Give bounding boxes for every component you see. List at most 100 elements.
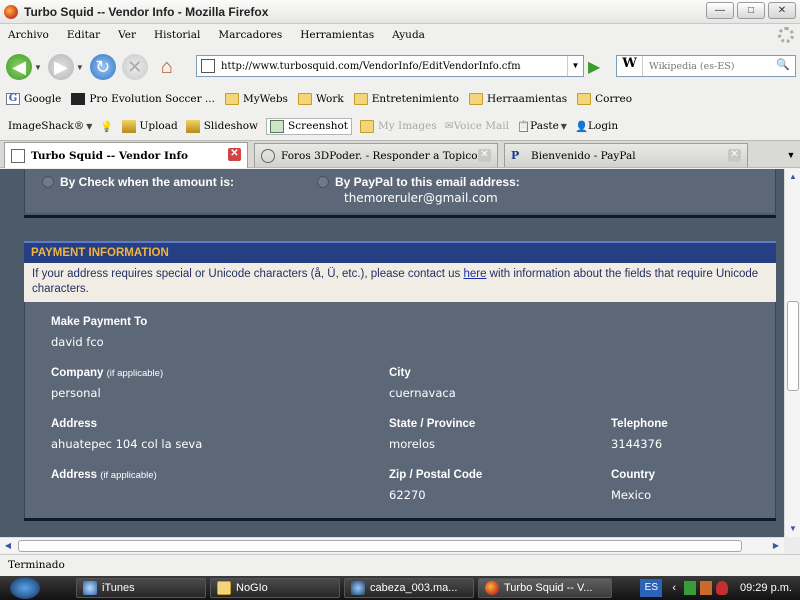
my-images-button[interactable]: My Images: [360, 119, 437, 133]
language-indicator[interactable]: ES: [640, 579, 663, 597]
unicode-notice: If your address requires special or Unic…: [24, 263, 776, 302]
menu-historial[interactable]: Historial: [154, 29, 200, 41]
payment-address-form: Make Payment To david fco Company (if ap…: [24, 302, 776, 518]
tab-strip: Turbo Squid -- Vendor Info ✕ Foros 3DPod…: [0, 140, 800, 168]
vertical-scrollbar[interactable]: ▲ ▼: [784, 169, 800, 537]
taskbar-item-itunes[interactable]: iTunes: [76, 578, 206, 598]
folder-icon: [469, 93, 484, 105]
site-favicon-icon: [201, 59, 215, 73]
menu-ayuda[interactable]: Ayuda: [392, 29, 425, 41]
pay-by-check-option[interactable]: By Check when the amount is:: [42, 175, 234, 189]
scroll-down-arrow-icon[interactable]: ▼: [785, 521, 800, 537]
bookmark-folder-mywebs[interactable]: MyWebs: [224, 93, 288, 105]
stop-button[interactable]: ✕: [121, 54, 148, 80]
upload-button[interactable]: Upload: [121, 119, 178, 133]
address-history-dropdown-icon[interactable]: ▼: [567, 56, 583, 76]
minimize-button[interactable]: —: [706, 2, 734, 19]
menu-marcadores[interactable]: Marcadores: [218, 29, 282, 41]
contact-here-link[interactable]: here: [463, 268, 486, 280]
search-magnifier-icon[interactable]: 🔍: [773, 58, 793, 74]
back-history-dropdown-icon[interactable]: ▼: [34, 63, 42, 72]
window-controls: — □ ✕: [706, 2, 796, 19]
paste-button[interactable]: 📋 Paste ▼: [517, 120, 567, 133]
bookmark-google[interactable]: G Google: [6, 93, 61, 105]
tab-label: Bienvenido - PayPal: [531, 149, 636, 162]
bookmark-label: Work: [315, 93, 344, 105]
close-tab-icon[interactable]: ✕: [728, 149, 741, 162]
imageshack-label: ImageShack®: [8, 120, 85, 132]
bookmark-folder-herraamientas[interactable]: Herraamientas: [469, 93, 567, 105]
home-button[interactable]: ⌂: [154, 54, 180, 80]
close-window-button[interactable]: ✕: [768, 2, 796, 19]
make-payment-to-label: Make Payment To: [51, 316, 148, 328]
back-button[interactable]: ◀: [6, 54, 32, 80]
search-input[interactable]: [649, 60, 769, 72]
address-bar[interactable]: http://www.turbosquid.com/VendorInfo/Edi…: [196, 55, 584, 77]
reload-button[interactable]: ↻: [89, 54, 116, 80]
scroll-right-arrow-icon[interactable]: ▶: [768, 538, 784, 554]
scroll-up-arrow-icon[interactable]: ▲: [785, 169, 800, 185]
radio-label: By Check when the amount is:: [60, 175, 235, 189]
radio-button[interactable]: [42, 176, 54, 188]
horizontal-scrollbar[interactable]: ◀ ▶: [0, 537, 784, 553]
maya-icon: [351, 581, 365, 595]
throbber-icon: [778, 27, 794, 43]
tab-list-menu-icon[interactable]: ▼: [782, 143, 800, 167]
close-tab-icon[interactable]: ✕: [228, 148, 241, 161]
taskbar-item-firefox[interactable]: Turbo Squid -- V...: [478, 578, 612, 598]
bookmark-label: Herraamientas: [487, 93, 568, 105]
bookmark-folder-work[interactable]: Work: [297, 93, 344, 105]
screenshot-label: Screenshot: [288, 120, 349, 132]
address2-label-text: Address: [51, 469, 98, 481]
zip-value: 62270: [389, 488, 426, 502]
scroll-left-arrow-icon[interactable]: ◀: [0, 538, 16, 554]
menu-editar[interactable]: Editar: [67, 29, 100, 41]
tray-green-icon[interactable]: [684, 581, 697, 595]
folder-icon: [217, 581, 231, 595]
voice-mail-button[interactable]: ✉ Voice Mail: [445, 120, 509, 132]
login-button[interactable]: 👤 Login: [575, 120, 618, 133]
tray-security-icon[interactable]: [716, 581, 729, 595]
clock[interactable]: 09:29 p.m.: [740, 582, 792, 594]
close-tab-icon[interactable]: ✕: [478, 149, 491, 162]
search-engine-icon[interactable]: W: [617, 56, 643, 76]
globe-favicon-icon: [261, 148, 275, 163]
paste-dropdown-icon: ▼: [560, 121, 567, 131]
taskbar-item-nogio[interactable]: NoGIo: [210, 578, 340, 598]
menu-herramientas[interactable]: Herramientas: [300, 29, 374, 41]
forward-history-dropdown-icon[interactable]: ▼: [76, 63, 84, 72]
slideshow-label: Slideshow: [203, 120, 259, 132]
tip-button[interactable]: 💡: [100, 120, 113, 133]
forward-button[interactable]: ▶: [47, 54, 74, 80]
address-url[interactable]: http://www.turbosquid.com/VendorInfo/Edi…: [221, 61, 521, 72]
bookmark-pro-evolution-soccer[interactable]: Pro Evolution Soccer ...: [71, 93, 215, 105]
itunes-icon: [83, 581, 97, 595]
imageshack-menu[interactable]: ImageShack® ▼: [8, 120, 92, 132]
search-box[interactable]: W 🔍: [616, 55, 796, 77]
tray-network-icon[interactable]: [700, 581, 713, 595]
tab-label: Foros 3DPoder. - Responder a Topico: [281, 149, 478, 162]
company-label: Company (if applicable): [51, 367, 163, 379]
bookmark-folder-correo[interactable]: Correo: [577, 93, 632, 105]
pay-by-paypal-option[interactable]: By PayPal to this email address:: [317, 175, 520, 189]
slideshow-button[interactable]: Slideshow: [185, 119, 259, 133]
menu-ver[interactable]: Ver: [118, 29, 136, 41]
taskbar-item-cabeza[interactable]: cabeza_003.ma...: [344, 578, 474, 598]
screenshot-button[interactable]: Screenshot: [266, 117, 353, 135]
menu-archivo[interactable]: Archivo: [8, 29, 49, 41]
tab-turbo-squid[interactable]: Turbo Squid -- Vendor Info ✕: [4, 142, 248, 168]
tab-foros-3dpoder[interactable]: Foros 3DPoder. - Responder a Topico ✕: [254, 143, 498, 167]
radio-button[interactable]: [317, 176, 329, 188]
payment-method-panel: By Check when the amount is: By PayPal t…: [24, 169, 776, 213]
vertical-scroll-thumb[interactable]: [787, 301, 799, 391]
tray-expand-icon[interactable]: ‹: [672, 582, 676, 594]
maximize-button[interactable]: □: [737, 2, 765, 19]
horizontal-scroll-thumb[interactable]: [18, 540, 742, 552]
go-button[interactable]: ▶: [588, 57, 608, 77]
bookmark-folder-entretenimiento[interactable]: Entretenimiento: [353, 93, 459, 105]
taskbar-label: iTunes: [102, 582, 135, 594]
lightbulb-icon: 💡: [100, 120, 114, 133]
tab-paypal[interactable]: P Bienvenido - PayPal ✕: [504, 143, 748, 167]
start-button[interactable]: [10, 577, 40, 599]
zip-label: Zip / Postal Code: [389, 469, 483, 481]
